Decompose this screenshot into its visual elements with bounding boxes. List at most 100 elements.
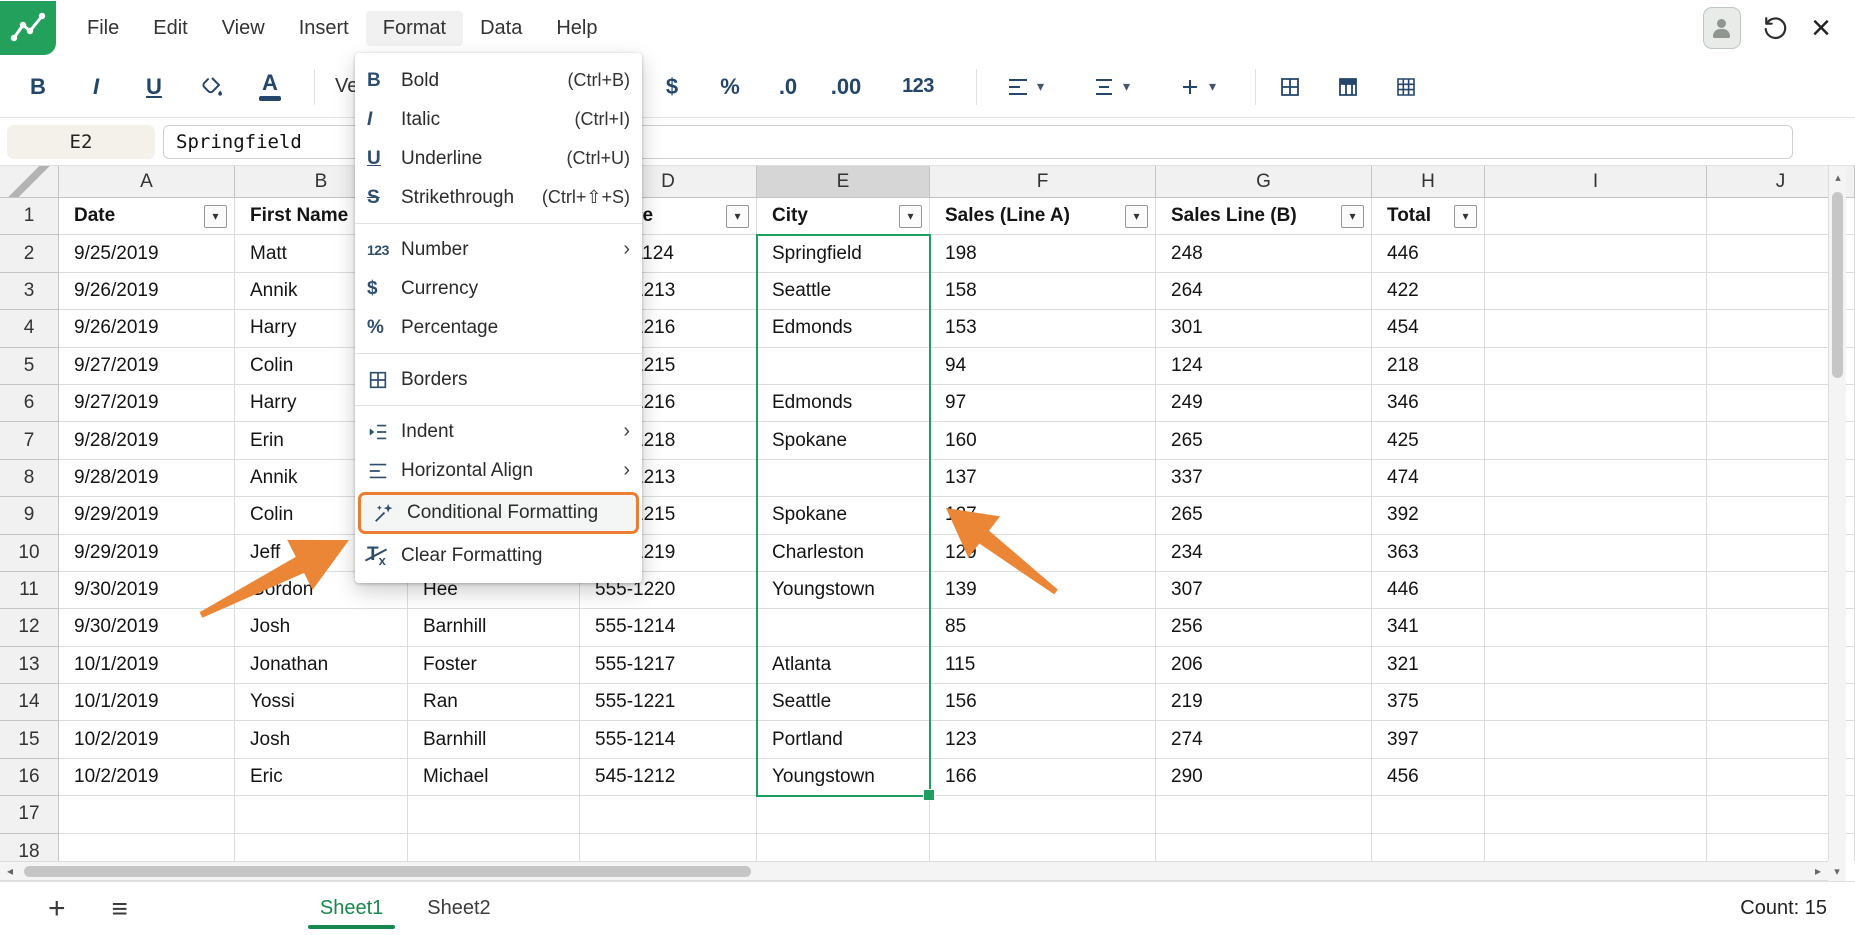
cell-C12[interactable]: Barnhill	[408, 609, 580, 646]
filter-button-E[interactable]: ▾	[899, 205, 922, 228]
cell-C17[interactable]	[408, 796, 580, 833]
cell-F3[interactable]: 158	[930, 273, 1156, 310]
currency-button[interactable]: $	[648, 65, 696, 109]
cell-I9[interactable]	[1485, 497, 1707, 534]
cell-I11[interactable]	[1485, 572, 1707, 609]
cell-B16[interactable]: Eric	[235, 759, 408, 796]
increase-decimal-button[interactable]: .00	[822, 65, 870, 109]
cell-B12[interactable]: Josh	[235, 609, 408, 646]
cell-H17[interactable]	[1372, 796, 1485, 833]
number-format-button[interactable]: 123	[880, 65, 956, 109]
vertical-align-button[interactable]: ▾	[1073, 65, 1149, 109]
filter-button-D[interactable]: ▾	[726, 205, 749, 228]
row-header-16[interactable]: 16	[0, 759, 59, 796]
cell-H9[interactable]: 392	[1372, 497, 1485, 534]
cell-G8[interactable]: 337	[1156, 460, 1372, 497]
decrease-decimal-button[interactable]: .0	[764, 65, 812, 109]
cell-A4[interactable]: 9/26/2019	[59, 310, 235, 347]
scroll-right-icon[interactable]: ▸	[1808, 862, 1828, 880]
cell-F14[interactable]: 156	[930, 684, 1156, 721]
menubar-item-data[interactable]: Data	[463, 11, 539, 46]
add-sheet-button[interactable]: +	[48, 894, 66, 924]
cell-G18[interactable]	[1156, 834, 1372, 861]
cell-E9[interactable]: Spokane	[757, 497, 930, 534]
cell-A9[interactable]: 9/29/2019	[59, 497, 235, 534]
cell-B14[interactable]: Yossi	[235, 684, 408, 721]
cells-grid-button[interactable]	[1382, 65, 1430, 109]
column-header-G[interactable]: G	[1156, 166, 1372, 198]
all-sheets-menu-button[interactable]: ≡	[112, 895, 128, 923]
row-header-5[interactable]: 5	[0, 348, 59, 385]
cell-A10[interactable]: 9/29/2019	[59, 535, 235, 572]
cell-G7[interactable]: 265	[1156, 422, 1372, 459]
horizontal-scrollbar[interactable]: ◂ ▸	[0, 861, 1828, 881]
cell-A15[interactable]: 10/2/2019	[59, 721, 235, 758]
format-menu-item-bold[interactable]: BBold(Ctrl+B)	[355, 61, 642, 100]
sheet-tab-sheet2[interactable]: Sheet2	[405, 882, 512, 935]
row-header-10[interactable]: 10	[0, 535, 59, 572]
format-menu-item-indent[interactable]: Indent›	[355, 412, 642, 451]
cell-C18[interactable]	[408, 834, 580, 861]
cell-D16[interactable]: 545-1212	[580, 759, 757, 796]
cell-D15[interactable]: 555-1214	[580, 721, 757, 758]
cell-D14[interactable]: 555-1221	[580, 684, 757, 721]
fill-color-button[interactable]	[188, 65, 236, 109]
cell-E13[interactable]: Atlanta	[757, 647, 930, 684]
cell-F7[interactable]: 160	[930, 422, 1156, 459]
cell-C16[interactable]: Michael	[408, 759, 580, 796]
cell-A14[interactable]: 10/1/2019	[59, 684, 235, 721]
cell-E17[interactable]	[757, 796, 930, 833]
close-button[interactable]: ×	[1811, 11, 1831, 45]
scroll-down-icon[interactable]: ▾	[1828, 861, 1846, 881]
cell-H6[interactable]: 346	[1372, 385, 1485, 422]
cell-A17[interactable]	[59, 796, 235, 833]
vertical-scrollbar[interactable]: ▴	[1828, 166, 1846, 861]
cell-F4[interactable]: 153	[930, 310, 1156, 347]
row-header-6[interactable]: 6	[0, 385, 59, 422]
cell-G17[interactable]	[1156, 796, 1372, 833]
cell-H13[interactable]: 321	[1372, 647, 1485, 684]
row-header-13[interactable]: 13	[0, 647, 59, 684]
cell-F11[interactable]: 139	[930, 572, 1156, 609]
row-header-11[interactable]: 11	[0, 572, 59, 609]
cell-A12[interactable]: 9/30/2019	[59, 609, 235, 646]
cell-H2[interactable]: 446	[1372, 235, 1485, 272]
cell-C15[interactable]: Barnhill	[408, 721, 580, 758]
cell-E16[interactable]: Youngstown	[757, 759, 930, 796]
cell-B17[interactable]	[235, 796, 408, 833]
cell-A8[interactable]: 9/28/2019	[59, 460, 235, 497]
vertical-scroll-thumb[interactable]	[1832, 192, 1843, 378]
cell-E6[interactable]: Edmonds	[757, 385, 930, 422]
cell-H1[interactable]: Total▾	[1372, 198, 1485, 235]
cell-C14[interactable]: Ran	[408, 684, 580, 721]
cell-G1[interactable]: Sales Line (B)▾	[1156, 198, 1372, 235]
cell-H16[interactable]: 456	[1372, 759, 1485, 796]
cell-H3[interactable]: 422	[1372, 273, 1485, 310]
cell-H14[interactable]: 375	[1372, 684, 1485, 721]
percent-button[interactable]: %	[706, 65, 754, 109]
cell-F17[interactable]	[930, 796, 1156, 833]
cell-F6[interactable]: 97	[930, 385, 1156, 422]
cell-D12[interactable]: 555-1214	[580, 609, 757, 646]
cell-D18[interactable]	[580, 834, 757, 861]
horizontal-scroll-thumb[interactable]	[24, 866, 751, 877]
row-header-8[interactable]: 8	[0, 460, 59, 497]
cell-I18[interactable]	[1485, 834, 1707, 861]
menubar-item-help[interactable]: Help	[539, 11, 614, 46]
filter-button-F[interactable]: ▾	[1125, 205, 1148, 228]
cell-D13[interactable]: 555-1217	[580, 647, 757, 684]
cell-I15[interactable]	[1485, 721, 1707, 758]
cell-G10[interactable]: 234	[1156, 535, 1372, 572]
row-header-1[interactable]: 1	[0, 198, 59, 235]
cell-I6[interactable]	[1485, 385, 1707, 422]
cell-I8[interactable]	[1485, 460, 1707, 497]
cell-H11[interactable]: 446	[1372, 572, 1485, 609]
cell-I1[interactable]	[1485, 198, 1707, 235]
cell-I10[interactable]	[1485, 535, 1707, 572]
cell-H10[interactable]: 363	[1372, 535, 1485, 572]
horizontal-align-button[interactable]: ▾	[987, 65, 1063, 109]
menubar-item-insert[interactable]: Insert	[282, 11, 366, 46]
cell-F18[interactable]	[930, 834, 1156, 861]
cell-A2[interactable]: 9/25/2019	[59, 235, 235, 272]
format-menu-item-borders[interactable]: Borders	[355, 360, 642, 399]
